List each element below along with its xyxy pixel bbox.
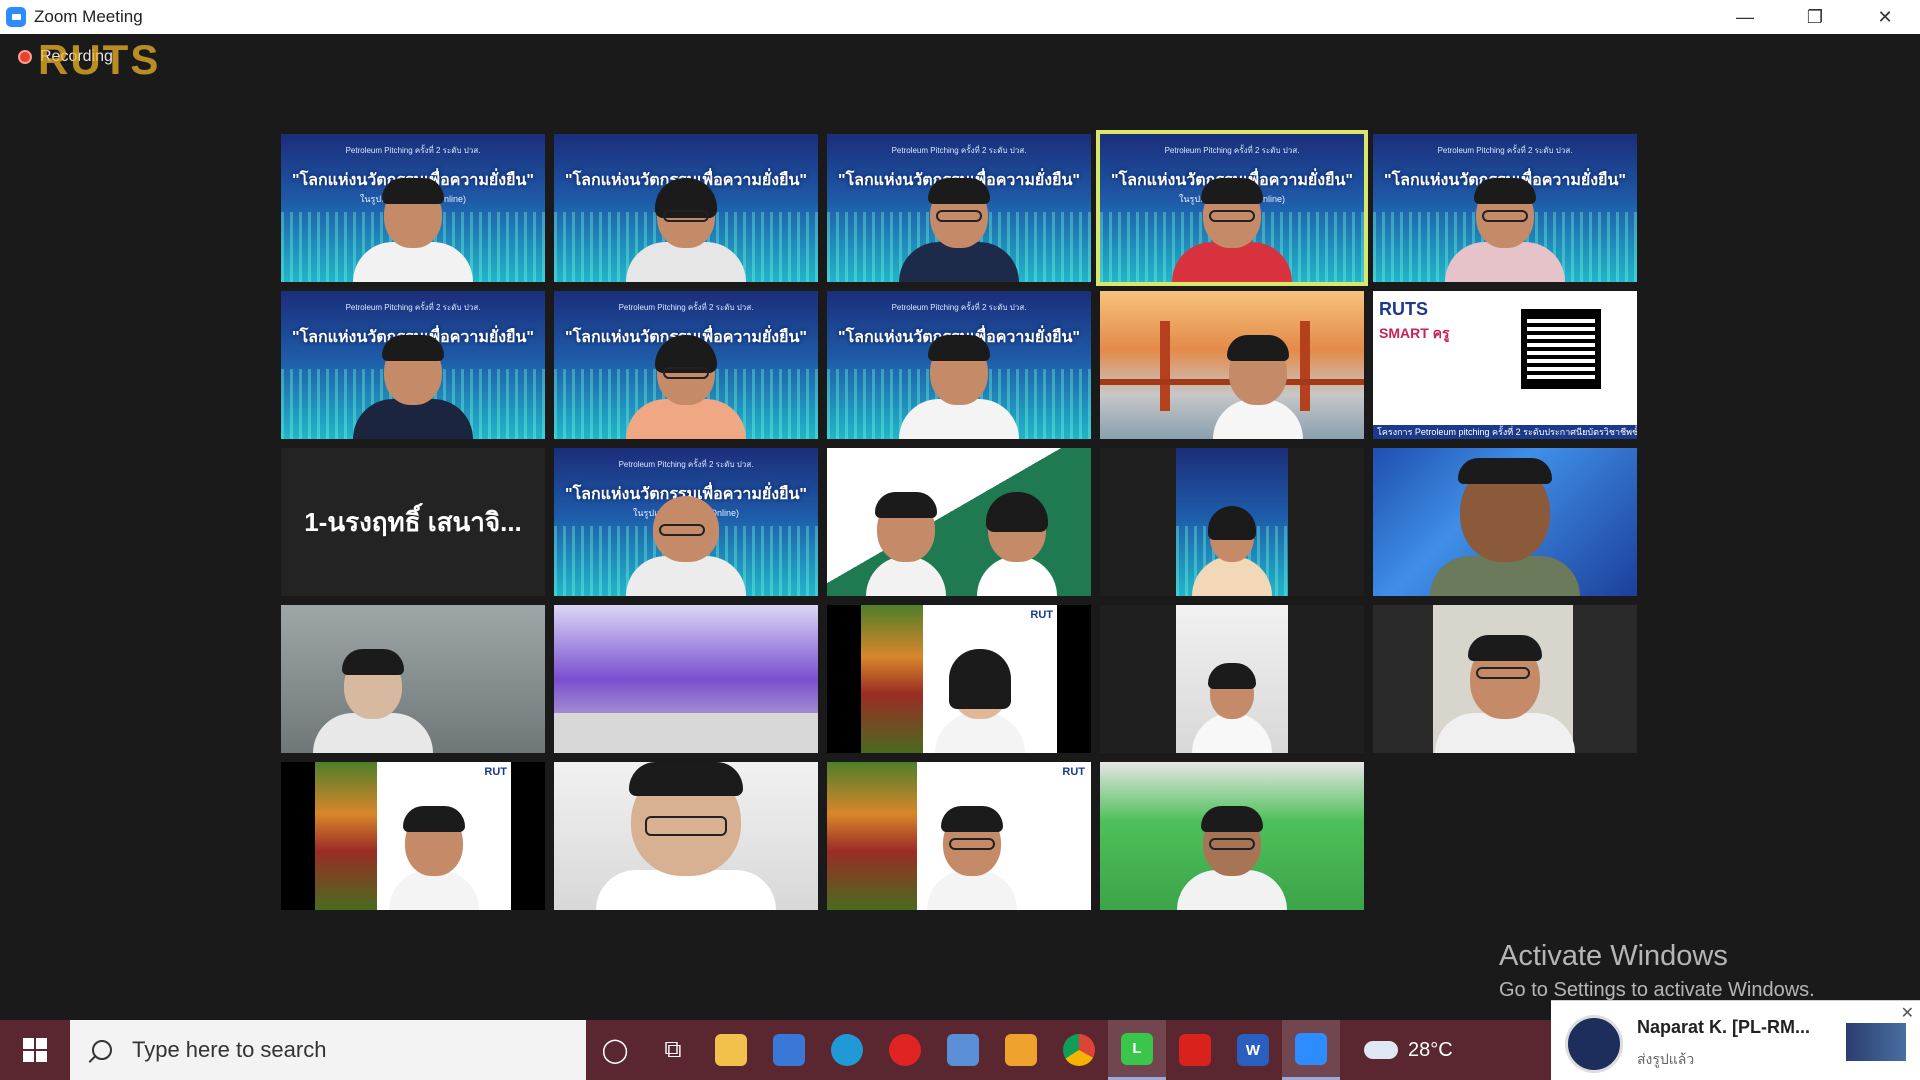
- chrome-icon[interactable]: [1050, 1020, 1108, 1080]
- participant-video: [626, 335, 746, 439]
- participant-video: [1445, 178, 1565, 282]
- record-dot-icon: [18, 50, 32, 64]
- participant-video: [626, 178, 746, 282]
- cortana-icon[interactable]: ◯: [586, 1020, 644, 1080]
- video-tile[interactable]: [1373, 448, 1637, 596]
- name-only-tile[interactable]: 1-นรงฤทธิ์ เสนาจิ...: [281, 448, 545, 596]
- participant-video: [389, 806, 480, 910]
- video-tile[interactable]: [1100, 448, 1364, 596]
- active-speaker-tile[interactable]: Petroleum Pitching ครั้งที่ 2 ระดับ ปวส.…: [1096, 130, 1368, 286]
- participant-video: [935, 649, 1026, 753]
- participant-video: [1172, 178, 1292, 282]
- acrobat-icon[interactable]: [1166, 1020, 1224, 1080]
- participant-video: [596, 762, 776, 910]
- outlook-icon[interactable]: [992, 1020, 1050, 1080]
- store-icon[interactable]: [760, 1020, 818, 1080]
- video-tile[interactable]: Petroleum Pitching ครั้งที่ 2 ระดับ ปวส.…: [1373, 134, 1637, 282]
- recording-indicator[interactable]: RUTS Recording: [18, 36, 158, 83]
- video-tile[interactable]: [827, 448, 1091, 596]
- zoom-icon[interactable]: [1282, 1020, 1340, 1080]
- video-tile[interactable]: Petroleum Pitching ครั้งที่ 2 ระดับ ปวส.…: [281, 291, 545, 439]
- qr-code-icon: [1521, 309, 1601, 389]
- video-tile[interactable]: RUT: [281, 762, 545, 910]
- notification-thumbnail: [1846, 1023, 1906, 1061]
- weather-widget[interactable]: 28°C: [1364, 1039, 1453, 1062]
- word-icon[interactable]: W: [1224, 1020, 1282, 1080]
- participant-video: [899, 335, 1019, 439]
- gallery-grid: Petroleum Pitching ครั้งที่ 2 ระดับ ปวส.…: [281, 130, 1637, 910]
- activate-windows-watermark: Activate Windows Go to Settings to activ…: [1499, 940, 1815, 1001]
- zoom-app-icon: [6, 7, 26, 27]
- participant-video: [1435, 635, 1575, 753]
- start-button[interactable]: [0, 1020, 70, 1080]
- ruts-logo: RUT: [484, 766, 507, 778]
- windows-icon: [23, 1038, 47, 1062]
- search-icon: [92, 1040, 112, 1060]
- avatar: [1565, 1015, 1623, 1073]
- participant-video: [313, 649, 434, 753]
- screen-share-tile[interactable]: RUTS SMART ครู โครงการ Petroleum pitchin…: [1373, 291, 1637, 439]
- participant-video: [899, 178, 1019, 282]
- video-tile[interactable]: [1100, 291, 1364, 439]
- line-icon[interactable]: L: [1108, 1020, 1166, 1080]
- video-tile[interactable]: Petroleum Pitching ครั้งที่ 2 ระดับ ปวส.…: [827, 134, 1091, 282]
- participant-video: [1213, 335, 1304, 439]
- participant-video: [1177, 806, 1287, 910]
- video-tile[interactable]: [1100, 762, 1364, 910]
- video-tile[interactable]: RUT: [827, 762, 1091, 910]
- ruts-logo: RUT: [1062, 766, 1085, 778]
- smart-logo: SMART ครู: [1379, 325, 1450, 341]
- ruts-watermark: RUTS: [38, 36, 161, 83]
- notification-message: ส่งรูปแล้ว: [1637, 1051, 1695, 1067]
- video-tile[interactable]: RUT: [827, 605, 1091, 753]
- task-view-icon[interactable]: ⧉: [644, 1020, 702, 1080]
- ruts-logo: RUTS: [1379, 299, 1428, 319]
- mail-icon[interactable]: [934, 1020, 992, 1080]
- screen-share-tile[interactable]: [1373, 605, 1637, 753]
- share-caption: โครงการ Petroleum pitching ครั้งที่ 2 ระ…: [1373, 425, 1637, 439]
- taskbar-search[interactable]: Type here to search: [70, 1020, 586, 1080]
- participant-video: [1430, 458, 1580, 596]
- participant-video: [1192, 663, 1272, 753]
- video-tile[interactable]: [281, 605, 545, 753]
- meeting-area: RUTS Recording Petroleum Pitching ครั้งท…: [0, 34, 1920, 1020]
- file-explorer-icon[interactable]: [702, 1020, 760, 1080]
- opera-icon[interactable]: [876, 1020, 934, 1080]
- video-tile[interactable]: "โลกแห่งนวัตกรรมเพื่อความยั่งยืน": [554, 134, 818, 282]
- cloud-icon: [1364, 1041, 1398, 1059]
- participant-name: 1-นรงฤทธิ์ เสนาจิ...: [304, 506, 522, 537]
- participant-video: [977, 492, 1058, 596]
- participant-video: [353, 178, 473, 282]
- video-tile[interactable]: Petroleum Pitching ครั้งที่ 2 ระดับ ปวส.…: [554, 448, 818, 596]
- ruts-logo: RUT: [1030, 609, 1053, 621]
- close-button[interactable]: ✕: [1850, 0, 1920, 34]
- notification-toast[interactable]: Naparat K. [PL-RM... ส่งรูปแล้ว ✕: [1551, 1000, 1920, 1080]
- participant-video: [927, 806, 1018, 910]
- participant-video: [866, 492, 947, 596]
- notification-sender: Naparat K. [PL-RM...: [1637, 1017, 1811, 1037]
- edge-icon[interactable]: [818, 1020, 876, 1080]
- participant-video: [626, 496, 746, 596]
- maximize-button[interactable]: ❐: [1780, 0, 1850, 34]
- title-bar: Zoom Meeting — ❐ ✕: [0, 0, 1920, 34]
- video-tile[interactable]: Petroleum Pitching ครั้งที่ 2 ระดับ ปวส.…: [281, 134, 545, 282]
- participant-video: [353, 335, 473, 439]
- close-icon[interactable]: ✕: [1901, 1003, 1914, 1023]
- minimize-button[interactable]: —: [1710, 0, 1780, 34]
- temperature: 28°C: [1408, 1038, 1453, 1061]
- video-tile[interactable]: Petroleum Pitching ครั้งที่ 2 ระดับ ปวส.…: [827, 291, 1091, 439]
- participant-video: [1192, 506, 1272, 596]
- video-tile[interactable]: [554, 762, 818, 910]
- search-placeholder: Type here to search: [132, 1037, 327, 1062]
- video-tile[interactable]: Petroleum Pitching ครั้งที่ 2 ระดับ ปวส.…: [554, 291, 818, 439]
- video-tile[interactable]: [554, 605, 818, 753]
- video-tile[interactable]: [1100, 605, 1364, 753]
- window-title: Zoom Meeting: [34, 7, 143, 26]
